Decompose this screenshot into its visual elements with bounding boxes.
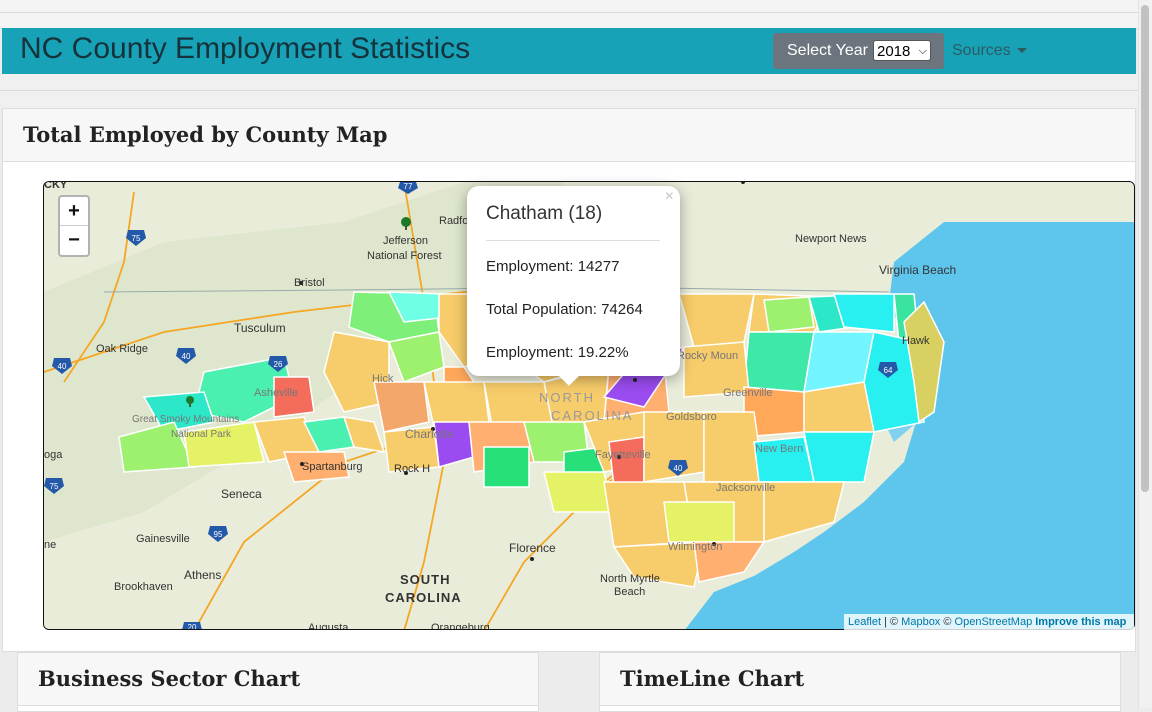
map-label-hawk: Hawk	[902, 335, 930, 347]
zoom-control: + −	[58, 195, 90, 257]
popup-title: Chatham (18)	[486, 203, 603, 224]
spacer-band	[0, 74, 1138, 108]
map-label-florence: Florence	[509, 541, 556, 555]
zoom-in-button[interactable]: +	[60, 197, 88, 226]
business-card-title: Business Sector Chart	[38, 666, 301, 691]
map-label-rockhill: Rock H	[394, 463, 430, 475]
svg-text:75: 75	[50, 482, 59, 491]
map-label-greenville: Greenville	[723, 387, 773, 399]
map-card-title: Total Employed by County Map	[23, 122, 388, 147]
map-label-newport: Newport News	[795, 233, 867, 245]
map-label-carolina: CAROLINA	[551, 408, 633, 423]
zoom-out-button[interactable]: −	[60, 226, 88, 254]
leaflet-link[interactable]: Leaflet	[848, 616, 881, 628]
map-label-sc: CAROLINA	[385, 590, 462, 605]
county[interactable]	[803, 381, 875, 433]
popup-rate: Employment: 19.22%	[486, 344, 629, 361]
map-label-spartanburg: Spartanburg	[302, 461, 363, 473]
map-label-north: NORTH	[539, 390, 595, 405]
svg-text:26: 26	[274, 360, 283, 369]
shield-icon: 20	[182, 622, 202, 630]
mapbox-link[interactable]: Mapbox	[901, 616, 940, 628]
county[interactable]	[763, 296, 815, 333]
map-label-asheville: Asheville	[254, 387, 298, 399]
close-icon[interactable]: ×	[665, 188, 674, 206]
map-label-oga: oga	[44, 449, 63, 461]
navbar: NC County Employment Statistics Select Y…	[2, 28, 1136, 74]
county[interactable]	[373, 381, 430, 433]
county[interactable]	[608, 436, 645, 488]
timeline-card-header: TimeLine Chart	[600, 653, 1120, 706]
map-label-athens: Athens	[184, 568, 221, 582]
map-label-radford: Radfo	[439, 215, 468, 227]
popup-population: Total Population: 74264	[486, 301, 643, 318]
map-label-gainesville: Gainesville	[136, 533, 190, 545]
timeline-card-title: TimeLine Chart	[620, 666, 805, 691]
map-label-tusculum: Tusculum	[234, 321, 286, 335]
business-card-header: Business Sector Chart	[18, 653, 538, 706]
chevron-down-icon: ⌵	[918, 45, 927, 57]
map-label-ne: ne	[44, 539, 56, 551]
map-label-northmyrtle: North Myrtle	[600, 573, 660, 585]
map-label-jefferson: Jefferson	[383, 235, 428, 247]
top-strip	[0, 0, 1138, 29]
map-label-oakridge: Oak Ridge	[96, 343, 148, 355]
improve-map-link[interactable]: Improve this map	[1035, 616, 1126, 628]
popup-divider	[486, 240, 660, 241]
business-sector-card: Business Sector Chart	[17, 652, 539, 712]
select-year-label: Select Year	[787, 42, 868, 59]
map-card-header: Total Employed by County Map	[3, 109, 1135, 162]
map-label-nf: National Forest	[367, 250, 442, 262]
scrollbar-thumb[interactable]	[1141, 5, 1149, 492]
osm-link[interactable]: OpenStreetMap	[955, 616, 1033, 628]
map-label-wilmington: Wilmington	[668, 541, 722, 553]
popup-employment: Employment: 14277	[486, 258, 620, 275]
attrib-sep: | ©	[881, 616, 902, 628]
map-attribution: Leaflet | © Mapbox © OpenStreetMap Impro…	[844, 614, 1134, 630]
county[interactable]	[663, 501, 735, 543]
svg-text:95: 95	[214, 530, 223, 539]
county[interactable]	[743, 331, 815, 393]
year-select[interactable]: 2018 ⌵	[873, 40, 931, 61]
map-label-newbern: New Bern	[755, 443, 803, 455]
caret-down-icon	[1016, 48, 1027, 54]
map-label-fayetteville: Fayetteville	[595, 449, 651, 461]
svg-text:75: 75	[132, 234, 141, 243]
sources-label: Sources	[952, 42, 1011, 59]
map-label-gsmnp: Great Smoky Mountains	[132, 414, 239, 425]
year-selector: Select Year 2018 ⌵	[773, 33, 944, 69]
sources-dropdown[interactable]: Sources	[952, 42, 1027, 60]
map-label-seneca: Seneca	[221, 487, 262, 501]
svg-text:20: 20	[188, 623, 197, 630]
county-popup: × Chatham (18) Employment: 14277 Total P…	[467, 186, 680, 386]
map-label-south: SOUTH	[400, 572, 451, 587]
map-label-charlotte: Charlotte	[405, 427, 454, 441]
map-label-orangeburg: Orangeburg	[431, 622, 490, 630]
map-label-jacksonville: Jacksonville	[716, 482, 775, 494]
map-label-ky: CKY	[44, 182, 68, 191]
app-title[interactable]: NC County Employment Statistics	[20, 32, 470, 66]
map-label-brookhaven: Brookhaven	[114, 581, 173, 593]
year-value: 2018	[877, 43, 911, 60]
timeline-card: TimeLine Chart	[599, 652, 1121, 712]
svg-text:40: 40	[182, 352, 191, 361]
map-label-goldsboro: Goldsboro	[666, 411, 717, 423]
map-label-np: National Park	[171, 429, 232, 440]
map-label-rockymount: Rocky Moun	[677, 350, 738, 362]
svg-text:77: 77	[404, 182, 413, 191]
map-label-bristol: Bristol	[294, 277, 325, 289]
attrib-copy: ©	[940, 616, 955, 628]
svg-text:40: 40	[58, 362, 67, 371]
map-label-augusta: Augusta	[308, 622, 349, 630]
county[interactable]	[543, 471, 615, 513]
county[interactable]	[803, 431, 875, 483]
svg-text:64: 64	[884, 366, 893, 375]
county[interactable]	[483, 446, 530, 488]
map-label-hickory: Hick	[372, 373, 394, 385]
map-label-beach: Beach	[614, 586, 645, 598]
svg-text:40: 40	[674, 464, 683, 473]
map-label-vabeach: Virginia Beach	[879, 263, 956, 277]
county[interactable]	[423, 381, 490, 428]
